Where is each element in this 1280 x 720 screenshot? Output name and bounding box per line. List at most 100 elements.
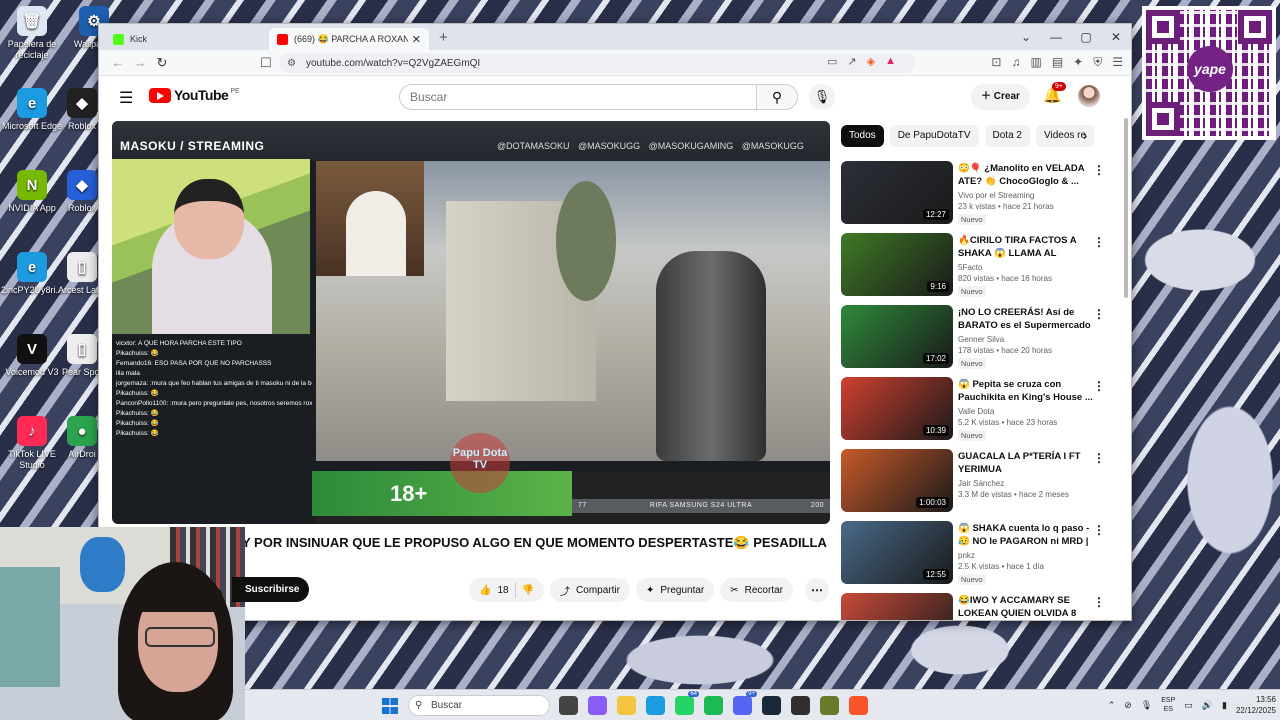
minimize-button[interactable]: — [1041,30,1071,44]
video-thumbnail[interactable] [841,593,953,620]
more-options-icon[interactable]: ⋮ [1093,307,1105,321]
avatar[interactable] [1078,85,1100,107]
taskbar-search[interactable]: ⚲ Buscar [408,695,550,716]
obs-icon[interactable] [791,696,810,715]
video-thumbnail[interactable]: 9:16 [841,233,953,296]
mic-icon[interactable]: 🎙 [1141,700,1152,711]
edge-icon[interactable] [646,696,665,715]
voice-search-button[interactable]: 🎙 [809,84,835,110]
recommended-video[interactable]: 😂IWO Y ACCAMARY SE LOKEAN QUIEN OLVIDA 8… [841,593,1113,620]
recommended-video[interactable]: 10:39 😱 Pepita se cruza con Pauchikita en… [841,377,1113,449]
page-scrollbar[interactable] [1123,88,1129,618]
hamburger-icon[interactable]: ☰ [119,88,133,108]
video-title[interactable]: 😳🎈 ¿Manolito en VELADA ATE? 👏 ChocoGlogl… [958,162,1098,188]
menu-icon[interactable]: ☰ [1112,55,1123,70]
tab-kick[interactable]: Kick [105,28,265,50]
site-info-icon[interactable]: ⚙ [287,58,296,69]
sidebar-icon[interactable]: ▥ [1030,55,1041,70]
youtube-logo[interactable]: YouTube PE [149,87,240,103]
new-tab-button[interactable]: + [439,29,448,46]
volume-icon[interactable]: 🔊 [1202,700,1213,711]
whatsapp-icon[interactable]: 64 [675,691,699,715]
more-actions-button[interactable]: ⋯ [805,578,829,602]
battery-icon[interactable]: ▮ [1222,700,1227,711]
like-button[interactable]: 👍 18 👎 [469,578,545,602]
scrollbar-thumb[interactable] [1124,118,1128,298]
screenshot-icon[interactable]: ⊡ [991,55,1001,70]
more-options-icon[interactable]: ⋮ [1093,451,1105,465]
share-button[interactable]: ⤴ Compartir [550,578,630,602]
video-thumbnail[interactable]: 1:00:03 [841,449,953,512]
leo-icon[interactable]: ✦ [1073,55,1083,70]
display-icon[interactable]: ▭ [1184,700,1193,711]
channel-name[interactable]: Genner Silva [958,335,1098,344]
ask-button[interactable]: ✦ Preguntar [635,578,715,602]
video-title[interactable]: 🔥CIRILO TIRA FACTOS A SHAKA 😱 LLAMA AL F… [958,234,1098,260]
forward-icon[interactable]: → [129,55,151,70]
clock[interactable]: 13:56 22/12/2025 [1236,694,1276,716]
video-player[interactable]: MASOKU / STREAMING @DOTAMASOKU @MASOKUGG… [112,121,830,524]
bookmark-icon[interactable]: ☐ [255,55,277,71]
share-icon[interactable]: ↗ [847,55,856,68]
channel-name[interactable]: Jair Sánchez [958,479,1098,488]
channel-name[interactable]: 5Facto [958,263,1098,272]
maximize-button[interactable]: ▢ [1071,30,1101,44]
file-explorer-icon[interactable] [617,696,636,715]
music-icon[interactable]: ♫ [1011,55,1020,70]
copilot-icon[interactable] [588,696,607,715]
search-input[interactable]: Buscar [399,84,757,110]
brave-icon[interactable] [849,696,868,715]
more-options-icon[interactable]: ⋮ [1093,379,1105,393]
cast-icon[interactable]: ▭ [827,55,837,68]
windows-start-icon[interactable] [382,698,398,714]
steam-icon[interactable] [762,696,781,715]
network-off-icon[interactable]: ⊘ [1124,700,1132,711]
channel-name[interactable]: pnkz [958,551,1098,560]
more-options-icon[interactable]: ⋮ [1093,235,1105,249]
close-tab-icon[interactable]: ✕ [412,33,421,46]
menu-icon[interactable]: ⌄ [1011,30,1041,44]
recommended-video[interactable]: 1:00:03 GUACALA LA P*TERÍA I FT YERIMUA Ja… [841,449,1113,521]
desktop-icon[interactable]: 🗑 Papelera de reciclaje [0,6,64,61]
filter-chip[interactable]: De PapuDotaTV [889,125,979,147]
subscribe-button[interactable]: Suscribirse [232,577,310,602]
video-title[interactable]: ¡NO LO CREERÁS! Así de BARATO es el Supe… [958,306,1098,332]
filter-chip[interactable]: Todos [841,125,884,147]
video-title[interactable]: GUACALA LA P*TERÍA I FT YERIMUA [958,450,1098,476]
chevron-right-icon[interactable]: › [1083,128,1087,143]
recommended-video[interactable]: 9:16 🔥CIRILO TIRA FACTOS A SHAKA 😱 LLAMA … [841,233,1113,305]
more-options-icon[interactable]: ⋮ [1093,595,1105,609]
thumbs-down-icon[interactable]: 👎 [522,585,534,596]
video-title[interactable]: 😱 SHAKA cuenta lo q paso - 😥 NO le PAGAR… [958,522,1098,548]
channel-name[interactable]: Vivo por el Streaming [958,191,1098,200]
reload-icon[interactable]: ↻ [151,55,173,71]
video-thumbnail[interactable]: 12:27 [841,161,953,224]
app-yellow-icon[interactable] [820,696,839,715]
video-thumbnail[interactable]: 10:39 [841,377,953,440]
channel-name[interactable]: Valle Dota [958,407,1098,416]
wallet-icon[interactable]: ▤ [1052,55,1063,70]
vpn-icon[interactable]: ⛨ [1093,55,1102,70]
video-title[interactable]: 😂IWO Y ACCAMARY SE LOKEAN QUIEN OLVIDA 8… [958,594,1098,620]
tab-youtube[interactable]: (669) 😂 PARCHA A ROXANY PO ✕ [269,28,429,50]
spotify-icon[interactable] [704,696,723,715]
recommended-video[interactable]: 12:27 😳🎈 ¿Manolito en VELADA ATE? 👏 Choco… [841,161,1113,233]
brave-rewards-icon[interactable]: ▲ [885,55,896,68]
discord-icon[interactable]: 9+ [733,691,757,715]
filter-chip[interactable]: Dota 2 [984,125,1030,147]
search-button[interactable]: ⚲ [756,84,798,110]
brave-shield-icon[interactable]: ◈ [867,55,875,68]
video-title[interactable]: 😱 Pepita se cruza con Pauchikita en King… [958,378,1098,404]
back-icon[interactable]: ← [107,55,129,70]
close-window-button[interactable]: ✕ [1101,30,1131,44]
more-options-icon[interactable]: ⋮ [1093,523,1105,537]
url-field[interactable]: ⚙ youtube.com/watch?v=Q2VgZAEGmQI [279,53,915,73]
task-view-icon[interactable] [559,696,578,715]
create-button[interactable]: ＋ Crear [971,84,1030,110]
chevron-up-icon[interactable]: ⌃ [1108,700,1116,711]
video-thumbnail[interactable]: 17:02 [841,305,953,368]
recommended-video[interactable]: 12:55 😱 SHAKA cuenta lo q paso - 😥 NO le … [841,521,1113,593]
language-indicator[interactable]: ESP ES [1161,696,1175,714]
more-options-icon[interactable]: ⋮ [1093,163,1105,177]
recommended-video[interactable]: 17:02 ¡NO LO CREERÁS! Así de BARATO es el… [841,305,1113,377]
